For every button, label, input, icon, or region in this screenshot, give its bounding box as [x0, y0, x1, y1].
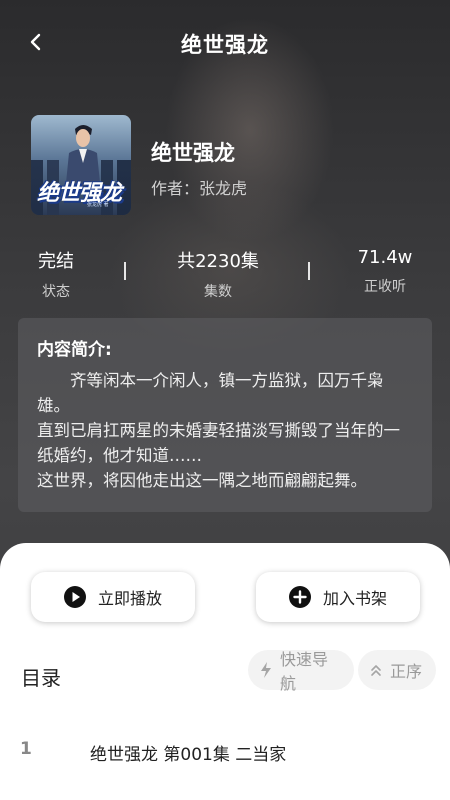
cover-author-text: 张龙虎 著 [87, 202, 109, 208]
toc-title: 目录 [21, 666, 61, 690]
book-cover[interactable]: 绝世强龙 张龙虎 著 [31, 115, 131, 215]
play-icon [63, 586, 86, 608]
chapter-number: 1 [20, 739, 32, 759]
stat-status-value: 完结 [38, 251, 74, 272]
play-now-label: 立即播放 [97, 589, 162, 608]
page-title: 绝世强龙 [181, 33, 269, 57]
top-bar: 绝世强龙 [0, 20, 450, 68]
lightning-icon [260, 661, 272, 679]
synopsis-panel: 内容简介: 齐等闲本一介闲人，镇一方监狱，囚万千枭雄。 直到已肩扛两星的未婚妻轻… [18, 318, 432, 512]
stat-divider [308, 262, 310, 280]
quick-nav-button[interactable]: 快速导航 [248, 650, 354, 693]
back-button[interactable] [22, 30, 50, 58]
stat-episodes: 共2230集 集数 [168, 247, 268, 301]
book-info: 绝世强龙 张龙虎 著 绝世强龙 作者：张龙虎 [31, 115, 431, 215]
chevron-left-icon [29, 33, 43, 55]
quick-nav-label: 快速导航 [280, 650, 329, 693]
double-chevron-up-icon [370, 663, 382, 677]
stat-listeners: 71.4w 正收听 [350, 247, 420, 296]
sort-order-label: 正序 [390, 662, 423, 681]
chapter-name: 绝世强龙 第001集 二当家 [90, 745, 287, 765]
stat-listeners-label: 正收听 [364, 279, 406, 295]
play-now-button[interactable]: 立即播放 [31, 572, 195, 622]
sort-order-button[interactable]: 正序 [358, 650, 436, 690]
book-title: 绝世强龙 [151, 141, 235, 165]
stat-listeners-value: 71.4w [357, 247, 413, 268]
bottom-sheet: 立即播放 加入书架 目录 快速导航 正序 1 绝世强龙 第001集 二当家 [0, 543, 450, 800]
synopsis-heading: 内容简介: [37, 340, 112, 360]
stat-status-label: 状态 [42, 284, 70, 300]
stat-divider [124, 262, 126, 280]
book-stats: 完结 状态 共2230集 集数 71.4w 正收听 [0, 247, 450, 307]
synopsis-text: 齐等闲本一介闲人，镇一方监狱，囚万千枭雄。 直到已肩扛两星的未婚妻轻描淡写撕毁了… [37, 371, 400, 490]
stat-episodes-label: 集数 [204, 284, 232, 300]
add-to-shelf-label: 加入书架 [322, 589, 387, 608]
stat-status: 完结 状态 [36, 247, 76, 301]
stat-episodes-value: 共2230集 [177, 251, 259, 272]
add-to-shelf-button[interactable]: 加入书架 [256, 572, 420, 622]
chapter-list-item[interactable]: 1 绝世强龙 第001集 二当家 [0, 731, 450, 771]
book-author: 作者：张龙虎 [151, 179, 248, 198]
plus-icon [288, 586, 311, 608]
